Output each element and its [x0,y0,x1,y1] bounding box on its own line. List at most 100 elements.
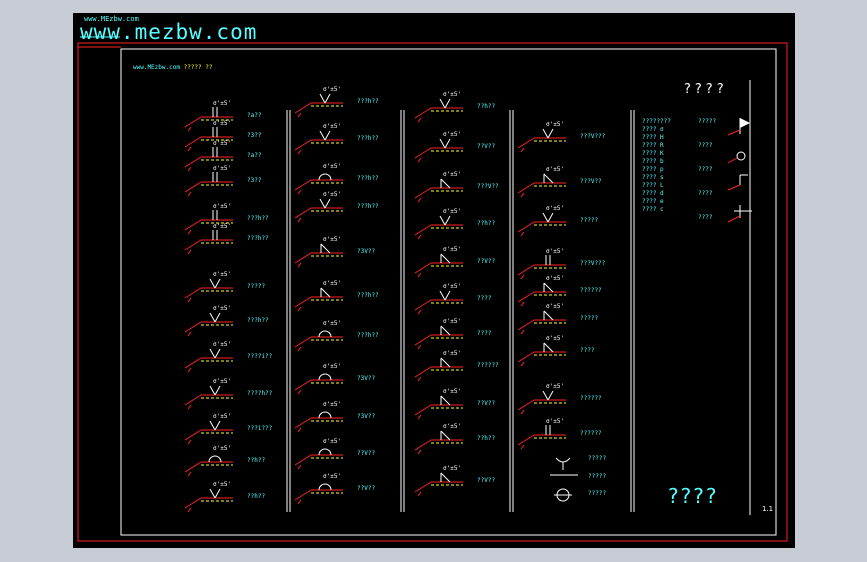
arrow-head [187,166,192,172]
weld-symbol [543,282,554,293]
leader-line [184,321,202,333]
weld-symbol [214,420,221,431]
dimension-label: σ'±5' [213,223,231,230]
weld-symbol [543,342,554,353]
weld-annotation: ???h?? [247,235,269,242]
weld-symbol [543,310,554,321]
weld-annotation: ?????? [477,362,499,369]
leader-line [517,137,535,149]
legend-entry: ???? [698,166,713,173]
dimension-label: σ'±5' [213,100,231,107]
legend-right-column: ????????????????????? [698,118,716,238]
weld-annotation: ?????? [580,287,602,294]
weld-symbol [440,325,451,336]
weld-annotation: ???? [477,295,492,302]
legend-entry: ???? c [642,206,664,213]
weld-symbol [324,130,331,141]
dimension-label: σ'±5' [323,363,341,370]
arrow-head [417,197,422,203]
dimension-label: σ'±5' [443,388,461,395]
weld-symbol [318,330,332,338]
arrow-head [297,499,302,505]
weld-symbol [440,430,451,441]
arrow-head [297,112,302,118]
weld-annotation: ????? [588,490,607,497]
arrow-head [297,389,302,395]
page-number: 1.1 [762,505,774,513]
weld-annotation: ???h?? [357,135,379,142]
weld-annotation: ?3?? [247,177,262,184]
legend-entry: ???? K [642,150,664,157]
leader-line [294,489,312,501]
arrow-head [520,147,525,153]
weld-symbol [319,130,326,141]
arrow-head [187,331,192,337]
leader-line [184,357,202,369]
dimension-label: σ'±5' [213,305,231,312]
watermark-big: www.mezbw.com [80,20,258,44]
dimension-label: σ'±5' [546,383,564,390]
arrow-head [187,507,192,513]
weld-annotation: ???h?? [357,175,379,182]
dimension-label: σ'±5' [213,271,231,278]
dimension-label: σ'±5' [213,445,231,452]
weld-symbol [214,278,221,289]
leader-line [294,179,312,191]
dimension-label: σ'±5' [443,208,461,215]
weld-annotation: ?3V?? [357,375,376,382]
leader-line [727,129,741,136]
arrow-head [520,301,525,307]
leader-line [414,147,432,159]
arrow-head [417,449,422,455]
leader-line [517,434,535,446]
arrow-head [187,367,192,373]
leader-line [414,262,432,274]
legend-entry: ???? H [642,134,664,141]
dimension-label: σ'±5' [323,473,341,480]
dimension-label: σ'±5' [443,350,461,357]
weld-annotation: ????? [580,315,599,322]
dimension-label: σ'±5' [323,236,341,243]
leader-line [294,252,312,264]
dimension-label: σ'±5' [443,318,461,325]
weld-symbol [444,138,451,149]
weld-symbol [208,455,222,463]
weld-symbol [318,483,332,491]
arrow-head [520,361,525,367]
leader-line [184,497,202,509]
weld-annotation: ?a?? [247,152,262,159]
weld-symbol [324,93,331,104]
leader-line [184,429,202,441]
weld-symbol [209,278,216,289]
circle-icon [736,151,746,161]
arrow-head [417,414,422,420]
leader-line [727,184,741,191]
weld-annotation: ????? [588,473,607,480]
arrow-head [187,404,192,410]
leader-line [517,221,535,233]
arrow-head [297,346,302,352]
weld-symbol [214,488,221,499]
weld-annotation: ????? [580,217,599,224]
dimension-label: σ'±5' [213,341,231,348]
leader-line [294,207,312,219]
leader-line [184,156,202,168]
arrow-head [417,376,422,382]
footer-question-marks: ???? [668,484,719,508]
weld-symbol [444,215,451,226]
legend-entry: ???? d [642,190,664,197]
dimension-label: σ'±5' [213,481,231,488]
arrow-head [187,191,192,197]
leader-line [184,394,202,406]
concave-symbol [555,457,571,463]
arrow-head [187,249,192,255]
leader-line [517,182,535,194]
leader-line [517,291,535,303]
weld-annotation: ??h?? [477,103,496,110]
dimension-label: σ'±5' [443,131,461,138]
weld-annotation: ???? [477,330,492,337]
weld-symbol [439,138,446,149]
weld-symbol [320,243,331,254]
weld-symbol [209,348,216,359]
arrow-head [297,427,302,433]
